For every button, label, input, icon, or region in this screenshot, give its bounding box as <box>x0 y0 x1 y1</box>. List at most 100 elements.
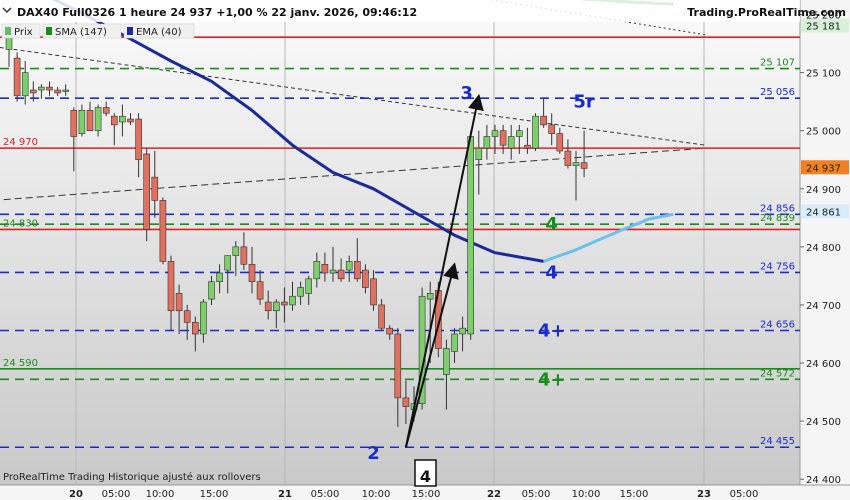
candle-body <box>70 110 78 137</box>
candle-body <box>362 269 369 288</box>
candle-body <box>443 348 450 375</box>
candle-body <box>111 115 118 126</box>
candle-body <box>78 110 86 134</box>
legend-label: Prix <box>14 27 33 38</box>
candle <box>467 130 475 340</box>
candle-body <box>305 278 313 294</box>
candle-body <box>289 295 296 306</box>
price-level-label: 25 107 <box>760 58 795 69</box>
candle-body <box>54 89 61 94</box>
candle-body <box>499 130 507 146</box>
wave-label: 4 <box>545 262 558 283</box>
x-tick-label: 10:00 <box>146 489 175 500</box>
candle-body <box>13 57 21 97</box>
x-tick-label: 15:00 <box>200 489 229 500</box>
candle-body <box>143 153 150 230</box>
candle-body <box>127 118 134 123</box>
x-tick-label: 21 <box>278 489 292 500</box>
candle-body <box>564 150 572 166</box>
brand-label: Trading.ProRealTime.com <box>687 6 846 19</box>
candle-body <box>224 255 231 271</box>
candle-body <box>329 269 337 274</box>
wave-label: 4+ <box>538 320 566 341</box>
legend-label: EMA (40) <box>136 27 182 38</box>
candle-body <box>216 272 223 283</box>
candle-body <box>248 263 256 283</box>
candle <box>13 52 21 102</box>
candle-body <box>580 162 588 169</box>
candle-body <box>208 281 215 300</box>
x-tick-label: 10:00 <box>362 489 391 500</box>
x-tick-label: 05:00 <box>311 489 340 500</box>
candle-body <box>240 246 248 265</box>
price-level-label: 24 455 <box>760 436 795 447</box>
legend-label: SMA (147) <box>55 27 107 38</box>
legend-swatch <box>5 27 11 35</box>
price-chart[interactable]: 25 16124 97024 83024 59025 10725 05624 8… <box>0 0 850 500</box>
candle-body <box>102 107 110 114</box>
axis-value-label: 24 937 <box>806 163 841 174</box>
candle-body <box>540 115 547 126</box>
candle-body <box>62 89 70 92</box>
candle-body <box>467 136 475 335</box>
axis-value-label: 25 181 <box>806 22 841 33</box>
candle-body <box>459 327 466 335</box>
candle-body <box>192 322 199 335</box>
candle-body <box>272 301 280 312</box>
candle-body <box>353 261 361 280</box>
candle-body <box>556 133 564 152</box>
candle-body <box>38 86 45 91</box>
y-tick-label: 25 100 <box>806 69 841 80</box>
candle-body <box>515 130 523 137</box>
candle-body <box>200 301 207 335</box>
x-tick-label: 23 <box>697 489 711 500</box>
axis-value-label: 24 861 <box>806 207 841 218</box>
wave-box-label: 4 <box>420 467 431 486</box>
candle <box>159 197 167 265</box>
candle-body <box>337 269 345 280</box>
candle-body <box>29 89 37 94</box>
plot-background <box>0 0 800 485</box>
candle-body <box>572 162 580 166</box>
candle-body <box>451 333 458 352</box>
x-tick-label: 15:00 <box>620 489 649 500</box>
x-tick-label: 05:00 <box>522 489 551 500</box>
x-tick-label: 05:00 <box>730 489 759 500</box>
legend-swatch <box>127 27 133 35</box>
legend-swatch <box>46 27 52 35</box>
candle-body <box>94 107 102 131</box>
y-tick-label: 25 000 <box>806 127 841 138</box>
candle-body <box>402 397 410 407</box>
candle-body <box>21 72 29 97</box>
wave-label: 5r <box>573 92 595 113</box>
wave-box: 4 <box>414 459 437 487</box>
candle-body <box>370 278 377 306</box>
header-left: DAX40 Full0326 1 heure 24 937 +1,00 % 22… <box>2 6 417 19</box>
candle-body <box>159 200 167 262</box>
candle-body <box>5 37 13 50</box>
price-level-label: 25 056 <box>760 87 795 98</box>
candle-body <box>135 118 142 161</box>
price-level-label: 24 970 <box>3 137 38 148</box>
candle-body <box>46 86 53 91</box>
candle-body <box>119 115 126 123</box>
wave-label: 4+ <box>538 369 566 390</box>
candle-body <box>256 281 264 300</box>
wave-label: 3 <box>460 83 473 104</box>
x-tick-label: 10:00 <box>572 489 601 500</box>
candle-body <box>394 333 402 399</box>
price-level-label: 24 756 <box>760 261 795 272</box>
wave-label: 4 <box>545 214 558 235</box>
y-tick-label: 24 900 <box>806 185 841 196</box>
candle-body <box>386 327 394 335</box>
y-tick-label: 24 600 <box>806 359 841 370</box>
candle-body <box>524 144 531 149</box>
candle-body <box>321 263 329 274</box>
x-tick-label: 15:00 <box>412 489 441 500</box>
candle <box>532 113 539 152</box>
x-tick-label: 05:00 <box>102 489 131 500</box>
candle-body <box>345 261 353 271</box>
candle-body <box>232 246 240 256</box>
y-tick-label: 24 500 <box>806 417 841 428</box>
price-level-label: 24 572 <box>760 368 795 379</box>
